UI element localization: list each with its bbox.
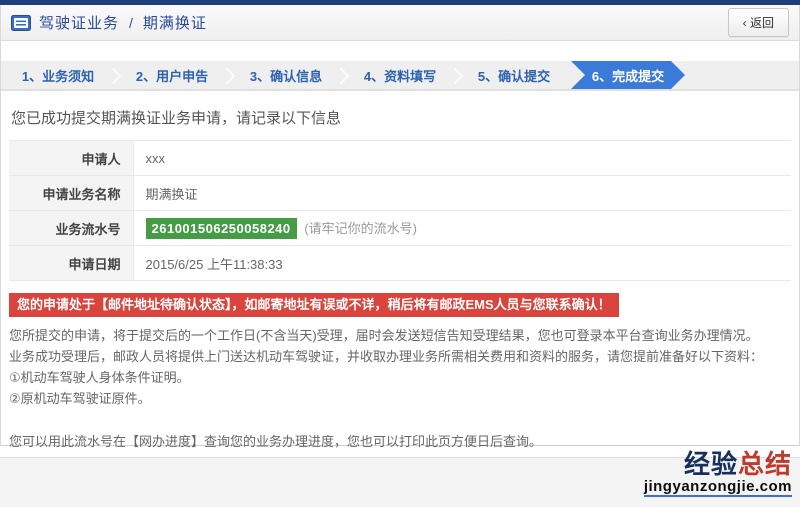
step-6-complete-submit-active: 6、完成提交 <box>571 61 685 89</box>
row-value: 261001506250058240 (请牢记你的流水号) <box>133 211 791 246</box>
breadcrumb: 驾驶证业务 / 期满换证 <box>11 12 728 33</box>
step-bar-filler <box>685 61 799 89</box>
step-label: 4、资料填写 <box>364 66 436 85</box>
watermark-logo: 经验总结 jingyanzongjie.com <box>644 451 792 497</box>
step-2-user-declaration: 2、用户申告 <box>115 61 229 89</box>
row-label: 业务流水号 <box>9 211 133 246</box>
address-confirmation-warning: 您的申请处于【邮件地址待确认状态】，如邮寄地址有误或不详，稍后将有邮政EMS人员… <box>9 293 619 317</box>
table-row-business-name: 申请业务名称 期满换证 <box>9 176 791 211</box>
step-label: 1、业务须知 <box>22 66 94 85</box>
serial-number-badge: 261001506250058240 <box>146 218 297 239</box>
step-label: 5、确认提交 <box>478 66 550 85</box>
row-label: 申请人 <box>9 141 133 176</box>
table-row-applicant: 申请人 xxx <box>9 141 791 176</box>
row-label: 申请业务名称 <box>9 176 133 211</box>
application-info-table: 申请人 xxx 申请业务名称 期满换证 业务流水号 26100150625005… <box>9 140 791 281</box>
table-row-apply-date: 申请日期 2015/6/25 上午11:38:33 <box>9 246 791 281</box>
instruction-paragraph: 业务成功受理后，邮政人员将提供上门送达机动车驾驶证，并收取办理业务所需相关费用和… <box>9 346 791 367</box>
row-value: 2015/6/25 上午11:38:33 <box>133 246 791 281</box>
step-label: 2、用户申告 <box>136 66 208 85</box>
breadcrumb-separator: / <box>129 15 133 31</box>
back-button[interactable]: ‹ 返回 <box>728 8 789 37</box>
instruction-item-1: ①机动车驾驶人身体条件证明。 <box>9 367 791 388</box>
main-content: 您已成功提交期满换证业务申请，请记录以下信息 申请人 xxx 申请业务名称 期满… <box>1 91 799 452</box>
table-row-serial-number: 业务流水号 261001506250058240 (请牢记你的流水号) <box>9 211 791 246</box>
watermark-text-part1: 经验 <box>684 449 738 479</box>
card-list-icon <box>11 15 31 31</box>
step-label: 3、确认信息 <box>250 66 322 85</box>
progress-query-note: 您可以用此流水号在【网办进度】查询您的业务办理进度，您也可以打印此页方便日后查询… <box>9 431 791 452</box>
instruction-item-2: ②原机动车驾驶证原件。 <box>9 388 791 409</box>
step-4-fill-data: 4、资料填写 <box>343 61 457 89</box>
watermark-chinese-text: 经验总结 <box>644 451 792 477</box>
content-frame: 驾驶证业务 / 期满换证 ‹ 返回 1、业务须知 2、用户申告 3、确认信息 4… <box>0 5 800 446</box>
step-label: 6、完成提交 <box>592 66 664 85</box>
step-3-confirm-info: 3、确认信息 <box>229 61 343 89</box>
row-value: xxx <box>133 141 791 176</box>
step-5-confirm-submit: 5、确认提交 <box>457 61 571 89</box>
step-1-business-notice: 1、业务须知 <box>1 61 115 89</box>
row-label: 申请日期 <box>9 246 133 281</box>
step-progress-bar: 1、业务须知 2、用户申告 3、确认信息 4、资料填写 5、确认提交 6、完成提… <box>1 61 799 91</box>
row-value: 期满换证 <box>133 176 791 211</box>
serial-number-note: (请牢记你的流水号) <box>304 221 417 236</box>
page: 驾驶证业务 / 期满换证 ‹ 返回 1、业务须知 2、用户申告 3、确认信息 4… <box>0 0 800 507</box>
success-heading: 您已成功提交期满换证业务申请，请记录以下信息 <box>9 91 791 140</box>
breadcrumb-business-category[interactable]: 驾驶证业务 <box>39 12 119 33</box>
watermark-text-part2: 总结 <box>738 449 792 479</box>
instructions: 您所提交的申请，将于提交后的一个工作日(不含当天)受理，届时会发送短信告知受理结… <box>9 325 791 409</box>
breadcrumb-current-page: 期满换证 <box>143 12 207 33</box>
page-header: 驾驶证业务 / 期满换证 ‹ 返回 <box>1 5 799 41</box>
watermark-domain: jingyanzongjie.com <box>644 479 792 497</box>
instruction-paragraph: 您所提交的申请，将于提交后的一个工作日(不含当天)受理，届时会发送短信告知受理结… <box>9 325 791 346</box>
